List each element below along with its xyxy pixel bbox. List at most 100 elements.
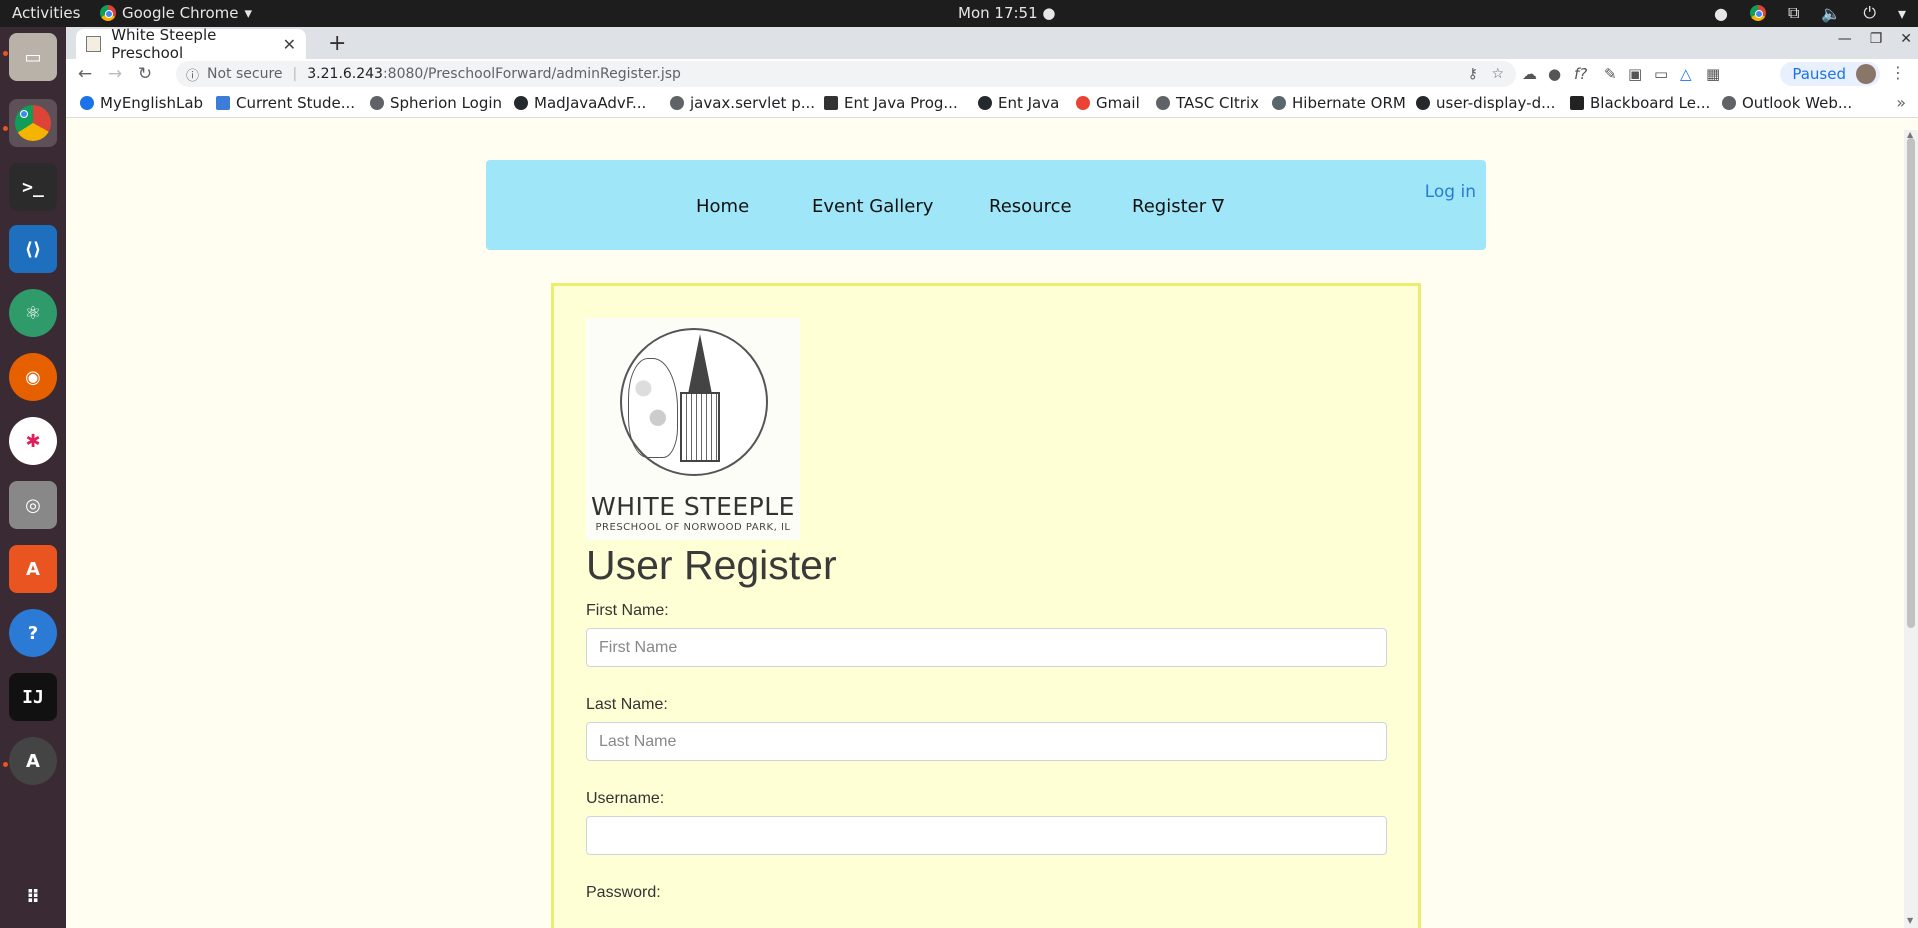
- clock[interactable]: Mon 17:51 ●: [958, 4, 1055, 22]
- maximize-icon[interactable]: ❐: [1870, 31, 1883, 47]
- extension-dot-icon[interactable]: ●: [1548, 65, 1561, 83]
- camera-icon[interactable]: ◎: [9, 481, 57, 529]
- os-top-bar: Activities Google Chrome ▾ Mon 17:51 ● ●…: [0, 0, 1918, 27]
- browser-toolbar: ← → ↻ ⓘ Not secure | 3.21.6.243 :8080/Pr…: [66, 59, 1918, 89]
- activities-button[interactable]: Activities: [12, 4, 80, 22]
- profile-button[interactable]: Paused: [1780, 62, 1880, 86]
- bookmark-item[interactable]: TASC CItrix: [1156, 94, 1259, 112]
- new-tab-button[interactable]: +: [328, 31, 346, 56]
- nav-register-dropdown[interactable]: Register ∇: [1132, 196, 1224, 217]
- page-viewport: Home Event Gallery Resource Register ∇ L…: [66, 130, 1918, 928]
- page-scrollbar[interactable]: ▲ ▼: [1904, 130, 1918, 928]
- globe-icon: [1722, 96, 1736, 110]
- power-icon[interactable]: ⏻: [1863, 3, 1876, 23]
- nav-home-link[interactable]: Home: [696, 196, 749, 217]
- drive-icon[interactable]: △: [1680, 65, 1692, 83]
- star-icon[interactable]: ☆: [1491, 66, 1504, 82]
- slack-icon[interactable]: ✱: [9, 417, 57, 465]
- extension-cloud-icon[interactable]: ☁: [1522, 65, 1537, 83]
- last-name-label: Last Name:: [586, 696, 668, 713]
- bookmark-item[interactable]: MadJavaAdvF...: [514, 94, 646, 112]
- url-path: :8080/PreschoolForward/adminRegister.jsp: [382, 66, 681, 82]
- updater-icon[interactable]: A: [9, 737, 57, 785]
- chevron-down-icon[interactable]: ▾: [1898, 4, 1906, 23]
- files-icon[interactable]: ▭: [9, 33, 57, 81]
- bookmark-label: MyEnglishLab: [100, 94, 204, 112]
- running-indicator: [3, 51, 8, 56]
- google-icon: [1076, 96, 1090, 110]
- selenium-icon[interactable]: ▦: [1706, 65, 1720, 83]
- help-icon[interactable]: ?: [9, 609, 57, 657]
- nav-resource-link[interactable]: Resource: [989, 196, 1072, 217]
- address-bar[interactable]: ⓘ Not secure | 3.21.6.243 :8080/Preschoo…: [176, 61, 1516, 87]
- tab-strip: White Steeple Preschool ✕ + — ❐ ✕: [66, 26, 1918, 62]
- bookmark-item[interactable]: MyEnglishLab: [80, 94, 203, 112]
- bookmark-label: Gmail: [1096, 94, 1140, 112]
- extension-function-icon[interactable]: f?: [1574, 65, 1587, 83]
- username-input[interactable]: [586, 816, 1387, 855]
- tree-drawing: [628, 358, 678, 458]
- terminal-icon[interactable]: >_: [9, 163, 57, 211]
- scrollbar-thumb[interactable]: [1907, 138, 1915, 628]
- network-icon[interactable]: ⧉: [1788, 3, 1799, 23]
- notification-icon[interactable]: ●: [1714, 4, 1728, 23]
- forward-button[interactable]: →: [100, 64, 130, 84]
- last-name-input[interactable]: [586, 722, 1387, 761]
- nav-event-gallery-link[interactable]: Event Gallery: [812, 196, 933, 217]
- login-link[interactable]: Log in: [1425, 182, 1476, 202]
- globe-icon: [370, 96, 384, 110]
- bookmark-item[interactable]: Hibernate ORM: [1272, 94, 1406, 112]
- scroll-down-icon[interactable]: ▼: [1907, 916, 1913, 925]
- info-icon[interactable]: ⓘ: [186, 65, 199, 84]
- bookmark-icon: [216, 96, 230, 110]
- chrome-dock-icon[interactable]: [9, 99, 57, 147]
- menu-icon[interactable]: ⋮: [1890, 63, 1906, 82]
- reload-button[interactable]: ↻: [130, 64, 160, 84]
- logo-subtitle: PRESCHOOL OF NORWOOD PARK, IL: [595, 522, 791, 533]
- school-logo: WHITE STEEPLE PRESCHOOL OF NORWOOD PARK,…: [586, 318, 800, 540]
- atom-icon[interactable]: ⚛: [9, 289, 57, 337]
- chevron-right-icon[interactable]: »: [1896, 93, 1906, 112]
- first-name-input[interactable]: [586, 628, 1387, 667]
- volume-icon[interactable]: 🔈: [1821, 4, 1841, 23]
- logo-name: WHITE STEEPLE: [591, 492, 795, 521]
- back-button[interactable]: ←: [70, 64, 100, 84]
- github-icon: [514, 96, 528, 110]
- tab-active[interactable]: White Steeple Preschool ✕: [76, 26, 306, 62]
- firefox-icon[interactable]: ◉: [9, 353, 57, 401]
- software-center-icon[interactable]: A: [9, 545, 57, 593]
- tab-title: White Steeple Preschool: [111, 26, 217, 62]
- clock-label: Mon 17:51: [958, 4, 1038, 22]
- tower-drawing: [680, 392, 720, 462]
- close-window-icon[interactable]: ✕: [1900, 31, 1912, 47]
- bookmark-item[interactable]: Ent Java Prog...: [824, 94, 958, 112]
- browser-window: White Steeple Preschool ✕ + — ❐ ✕ ← → ↻ …: [66, 26, 1918, 928]
- key-icon[interactable]: ⚷: [1468, 66, 1478, 82]
- cast-icon[interactable]: ▭: [1654, 65, 1668, 83]
- bookmark-item[interactable]: Ent Java: [978, 94, 1059, 112]
- eyedropper-icon[interactable]: ✎: [1604, 65, 1617, 83]
- globe-icon: [1156, 96, 1170, 110]
- bookmark-item[interactable]: javax.servlet p...: [670, 94, 815, 112]
- close-tab-icon[interactable]: ✕: [283, 35, 296, 54]
- bookmark-item[interactable]: user-display-d...: [1416, 94, 1555, 112]
- site-favicon-icon: [86, 36, 102, 52]
- extension-camera-icon[interactable]: ▣: [1628, 65, 1642, 83]
- page-title: User Register: [586, 542, 837, 588]
- bookmark-item[interactable]: Current Stude...: [216, 94, 355, 112]
- bookmark-icon: [80, 96, 94, 110]
- vscode-icon[interactable]: ⟨⟩: [9, 225, 57, 273]
- app-menu[interactable]: Google Chrome ▾: [100, 4, 252, 22]
- bookmark-item[interactable]: Gmail: [1076, 94, 1140, 112]
- bookmark-item[interactable]: Blackboard Le...: [1570, 94, 1710, 112]
- first-name-label: First Name:: [586, 602, 669, 619]
- github-icon: [978, 96, 992, 110]
- chrome-tray-icon[interactable]: [1749, 5, 1766, 21]
- bookmark-item[interactable]: Outlook Web...: [1722, 94, 1852, 112]
- intellij-icon[interactable]: IJ: [9, 673, 57, 721]
- app-grid-icon[interactable]: ⠿: [9, 873, 57, 921]
- bookmark-label: MadJavaAdvF...: [534, 94, 647, 112]
- system-tray[interactable]: ● ⧉ 🔈 ⏻ ▾: [1714, 3, 1906, 23]
- minimize-icon[interactable]: —: [1838, 31, 1852, 47]
- bookmark-item[interactable]: Spherion Login: [370, 94, 502, 112]
